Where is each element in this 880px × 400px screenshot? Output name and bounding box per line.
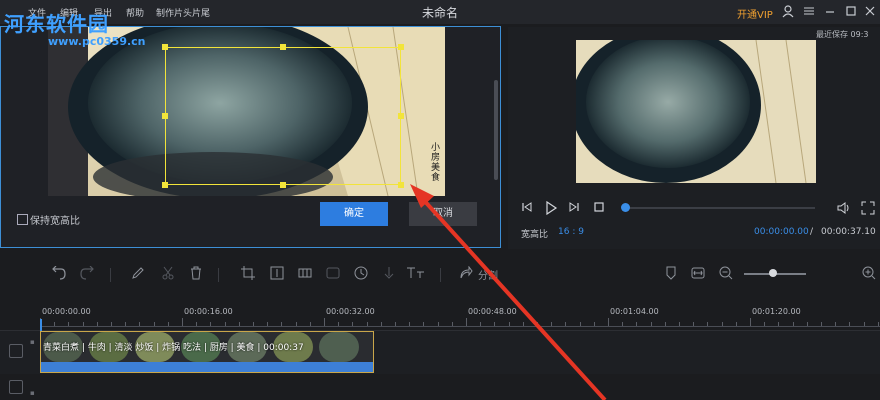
track-lock-icon[interactable]: ▪ <box>30 338 35 346</box>
clip-thumbnail <box>319 332 359 362</box>
speed-icon[interactable] <box>354 266 368 284</box>
site-watermark: 河东软件园 www.pc0359.cn <box>4 8 146 48</box>
toolbar-divider <box>110 268 111 282</box>
redo-icon[interactable] <box>80 265 94 284</box>
menu-icon[interactable] <box>801 4 817 20</box>
ruler-tick-label: 00:00:16.00 <box>184 307 233 316</box>
time-separator: / <box>810 227 814 237</box>
clip-title: 青菜白煮 | 牛肉 | 清淡 炒饭 | 炸锅 吃法 | 厨房 | 美食 | 00… <box>43 343 304 353</box>
playback-progress-track[interactable] <box>625 207 815 209</box>
close-icon[interactable] <box>862 4 878 20</box>
split-label[interactable]: 分割 <box>478 267 498 282</box>
keep-ratio-checkbox[interactable] <box>17 214 28 225</box>
text-icon[interactable] <box>406 266 426 284</box>
track2-lock-icon[interactable]: ▪ <box>30 389 35 397</box>
play-icon[interactable] <box>544 200 558 218</box>
ruler-tick-label: 00:00:32.00 <box>326 307 375 316</box>
zoom-slider-knob[interactable] <box>769 269 777 277</box>
toolbar-divider <box>440 268 441 282</box>
stop-icon[interactable] <box>593 201 605 216</box>
resize-icon[interactable] <box>270 266 284 284</box>
crop-panel-scrollbar[interactable] <box>494 80 498 180</box>
current-time: 00:00:00.00 <box>754 227 809 237</box>
crop-handle-left[interactable] <box>162 113 168 119</box>
playback-progress-knob[interactable] <box>621 203 630 212</box>
undo-icon[interactable] <box>52 265 66 284</box>
mosaic-icon[interactable] <box>298 266 312 284</box>
track2-visibility-icon[interactable] <box>9 380 23 394</box>
volume-icon[interactable] <box>836 201 852 218</box>
video-clip[interactable]: 青菜白煮 | 牛肉 | 清淡 炒饭 | 炸锅 吃法 | 厨房 | 美食 | 00… <box>40 331 374 373</box>
marker-icon[interactable] <box>664 266 678 284</box>
timeline-ruler[interactable] <box>40 320 880 327</box>
crop-handle-top[interactable] <box>280 44 286 50</box>
ruler-tick-label: 00:01:20.00 <box>752 307 801 316</box>
audio-track <box>0 374 880 400</box>
watermark-url: www.pc0359.cn <box>48 35 146 48</box>
crop-handle-top-right[interactable] <box>398 44 404 50</box>
crop-handle-bottom-left[interactable] <box>162 182 168 188</box>
user-icon[interactable] <box>780 4 796 20</box>
crop-handle-top-left[interactable] <box>162 44 168 50</box>
track-visibility-icon[interactable] <box>9 344 23 358</box>
video-caption: 小房美食 <box>431 143 441 183</box>
minimize-icon[interactable] <box>822 4 838 20</box>
preview-video <box>576 40 816 183</box>
timeline-playhead[interactable] <box>40 319 42 331</box>
toolbar-divider <box>218 268 219 282</box>
crop-handle-bottom-right[interactable] <box>398 182 404 188</box>
fit-icon[interactable] <box>691 266 705 284</box>
aspect-ratio-label: 宽高比 <box>521 230 549 240</box>
crop-handle-right[interactable] <box>398 113 404 119</box>
fullscreen-icon[interactable] <box>861 201 875 218</box>
prev-frame-icon[interactable] <box>521 201 533 216</box>
total-time: 00:00:37.10 <box>821 227 876 237</box>
vip-button[interactable]: 开通VIP <box>737 6 773 21</box>
keep-ratio-label: 保持宽高比 <box>30 216 80 227</box>
next-frame-icon[interactable] <box>568 201 580 216</box>
zoom-in-icon[interactable] <box>862 266 876 284</box>
zoom-out-icon[interactable] <box>719 266 733 284</box>
ruler-tick-label: 00:01:04.00 <box>610 307 659 316</box>
crop-icon[interactable] <box>241 266 255 284</box>
cancel-button[interactable]: 取消 <box>409 202 477 226</box>
crop-selection-frame[interactable] <box>165 47 401 185</box>
ruler-tick-label: 00:00:00.00 <box>42 307 91 316</box>
audio-icon[interactable] <box>382 266 396 284</box>
maximize-icon[interactable] <box>843 4 859 20</box>
clip-audio-waveform <box>41 362 373 372</box>
autosave-status: 最近保存 09:3 <box>816 30 869 39</box>
split-icon[interactable] <box>459 265 473 284</box>
ruler-tick-label: 00:00:48.00 <box>468 307 517 316</box>
pen-icon[interactable] <box>131 266 145 284</box>
confirm-button[interactable]: 确定 <box>320 202 388 226</box>
watermark-title: 河东软件园 <box>4 12 109 36</box>
crop-handle-bottom[interactable] <box>280 182 286 188</box>
scissors-icon[interactable] <box>161 266 175 284</box>
freeze-icon[interactable] <box>326 266 340 284</box>
trash-icon[interactable] <box>189 266 203 284</box>
aspect-ratio-value[interactable]: 16 : 9 <box>558 227 584 237</box>
